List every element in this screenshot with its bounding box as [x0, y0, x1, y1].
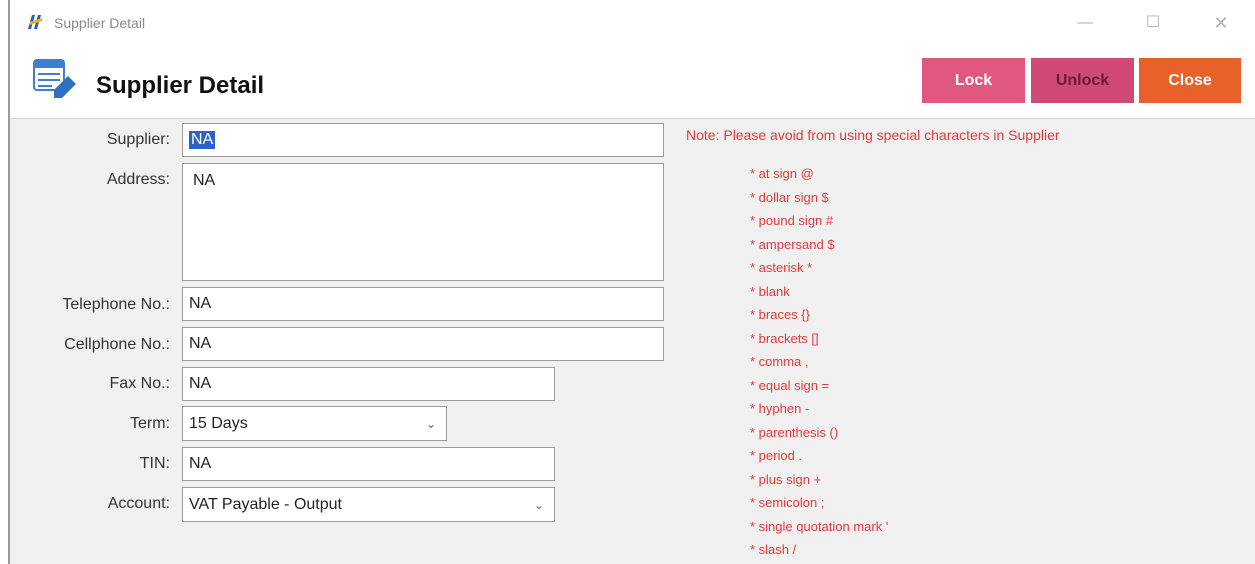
account-value: VAT Payable - Output — [189, 495, 342, 513]
special-character-item: * hyphen - — [750, 401, 810, 416]
special-character-item: * asterisk * — [750, 260, 813, 275]
special-character-item: * pound sign # — [750, 213, 834, 228]
special-character-item: * brackets [] — [750, 330, 819, 346]
address-label: Address: — [106, 171, 170, 188]
close-window-button[interactable]: ✕ — [1206, 10, 1236, 36]
chevron-down-icon: ⌄ — [533, 497, 544, 512]
close-button[interactable]: Close — [1139, 58, 1241, 103]
tin-input[interactable]: NA — [182, 447, 555, 481]
special-character-item: * dollar sign $ — [750, 189, 829, 205]
address-textarea[interactable]: NA — [182, 163, 664, 281]
supplier-input[interactable]: NA — [182, 123, 664, 157]
special-character-item: * comma , — [750, 354, 809, 369]
special-character-item: * plus sign + — [750, 471, 822, 487]
term-select[interactable]: 15 Days ⌄ — [182, 406, 447, 441]
term-label: Term: — [130, 415, 170, 432]
account-select[interactable]: VAT Payable - Output ⌄ — [182, 487, 555, 522]
special-character-item: * braces {} — [750, 307, 810, 322]
minimize-button[interactable]: — — [1070, 10, 1100, 36]
cellphone-value: NA — [189, 335, 212, 352]
supplier-value: NA — [189, 131, 216, 149]
telephone-input[interactable]: NA — [182, 287, 664, 321]
fax-value: NA — [189, 375, 212, 392]
special-character-item: * parenthesis () — [750, 424, 839, 440]
unlock-button[interactable]: Unlock — [1031, 58, 1134, 103]
special-character-item: * at sign @ — [750, 166, 814, 181]
special-character-item: * semicolon ; — [750, 495, 825, 510]
special-characters-list: * at sign @ * dollar sign $ * pound sign #… — [750, 162, 888, 562]
address-value: NA — [193, 172, 216, 189]
special-character-item: * period . — [750, 448, 803, 463]
form-panel: Supplier: NA Address: NA Telephone No.: … — [10, 118, 1255, 564]
supplier-detail-window: Supplier Detail — ☐ ✕ Supplier Detail Lo… — [8, 0, 1255, 564]
table-edit-icon — [33, 59, 76, 98]
special-character-item: * ampersand $ — [750, 236, 835, 252]
lock-button[interactable]: Lock — [922, 58, 1025, 103]
special-character-item: * equal sign = — [750, 377, 830, 393]
chevron-down-icon: ⌄ — [425, 416, 436, 431]
special-character-item: * slash / — [750, 542, 797, 557]
window-title: Supplier Detail — [54, 15, 146, 31]
tin-label: TIN: — [139, 455, 170, 472]
app-logo-icon — [28, 15, 42, 29]
special-character-item: * blank — [750, 283, 790, 299]
header: Supplier Detail Lock Unlock Close — [10, 46, 1255, 118]
special-character-item: * single quotation mark ' — [750, 518, 889, 534]
page-title: Supplier Detail — [96, 72, 265, 99]
supplier-label: Supplier: — [106, 131, 170, 148]
term-value: 15 Days — [189, 414, 248, 432]
cellphone-input[interactable]: NA — [182, 327, 664, 361]
special-characters-note: Note: Please avoid from using special ch… — [686, 127, 1060, 143]
cellphone-label: Cellphone No.: — [64, 336, 170, 353]
tin-value: NA — [189, 455, 212, 472]
title-bar: Supplier Detail — ☐ ✕ — [10, 0, 1255, 46]
fax-input[interactable]: NA — [182, 367, 555, 401]
account-label: Account: — [107, 495, 170, 512]
telephone-value: NA — [189, 295, 212, 312]
telephone-label: Telephone No.: — [62, 296, 170, 313]
maximize-button[interactable]: ☐ — [1138, 10, 1168, 36]
fax-label: Fax No.: — [109, 375, 170, 392]
